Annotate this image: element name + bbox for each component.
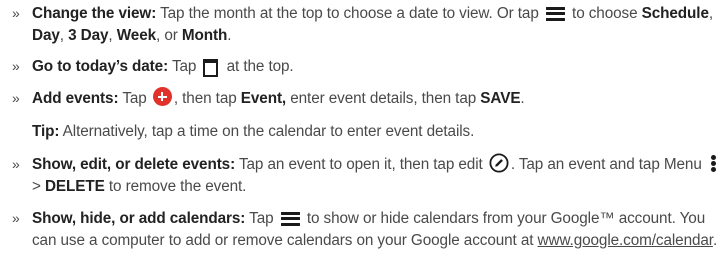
bullet: » bbox=[12, 210, 20, 226]
edit-icon bbox=[489, 153, 509, 173]
view-option-month: Month bbox=[181, 26, 228, 44]
bullet: » bbox=[12, 5, 20, 21]
add-events-text-2: , then tap bbox=[173, 90, 241, 107]
calendars-text-1: Tap bbox=[245, 210, 278, 227]
add-event-icon bbox=[152, 87, 172, 107]
change-view-text-1: Tap the month at the top to choose a dat… bbox=[156, 5, 543, 22]
period: . bbox=[227, 26, 232, 44]
view-option-schedule: Schedule bbox=[641, 5, 709, 22]
separator: , bbox=[59, 26, 69, 44]
today-date-item: » Go to today’s date: Tap at the top. bbox=[12, 56, 724, 78]
edit-events-text-4: to remove the event. bbox=[104, 177, 247, 195]
period: . bbox=[712, 231, 718, 249]
period: . bbox=[520, 90, 525, 107]
menu-icon bbox=[280, 211, 300, 226]
bullet: » bbox=[12, 156, 20, 172]
separator: , bbox=[708, 5, 714, 22]
separator: , bbox=[108, 26, 117, 44]
change-view-text-2: to choose bbox=[567, 5, 642, 22]
menu-icon bbox=[545, 6, 565, 21]
change-view-item: » Change the view: Tap the month at the … bbox=[12, 3, 724, 46]
add-events-item: » Add events: Tap , then tap Event, ente… bbox=[12, 87, 724, 110]
view-option-day: Day bbox=[32, 26, 60, 44]
today-date-text-1: Tap bbox=[168, 58, 201, 75]
today-date-text-2: at the top. bbox=[222, 58, 294, 75]
separator: , or bbox=[156, 26, 182, 44]
edit-events-item: » Show, edit, or delete events: Tap an e… bbox=[12, 153, 724, 197]
bullet: » bbox=[12, 58, 20, 74]
view-option-week: Week bbox=[116, 26, 157, 44]
save-label: SAVE bbox=[480, 90, 521, 107]
calendar-icon bbox=[203, 58, 219, 77]
google-calendar-link[interactable]: www.google.com/calendar bbox=[538, 232, 714, 249]
tip-text: Alternatively, tap a time on the calenda… bbox=[59, 123, 475, 140]
add-events-text-3: enter event details, then tap bbox=[286, 90, 481, 107]
more-vertical-icon bbox=[710, 155, 717, 173]
add-events-text-1: Tap bbox=[118, 90, 151, 107]
edit-events-text-3: > bbox=[32, 177, 45, 195]
today-date-title: Go to today’s date: bbox=[32, 58, 169, 75]
tip-label: Tip: bbox=[32, 123, 60, 140]
view-option-3-day: 3 Day bbox=[68, 26, 109, 44]
delete-label: DELETE bbox=[44, 177, 105, 195]
calendars-title: Show, hide, or add calendars: bbox=[32, 210, 246, 227]
edit-events-title: Show, edit, or delete events: bbox=[32, 156, 236, 173]
bullet: » bbox=[12, 90, 20, 106]
calendar-help-document: » Change the view: Tap the month at the … bbox=[0, 0, 728, 279]
add-events-title: Add events: bbox=[32, 90, 119, 107]
event-label: Event, bbox=[240, 90, 287, 107]
edit-events-text-1: Tap an event to open it, then tap edit bbox=[235, 156, 487, 173]
tip-paragraph: Tip: Alternatively, tap a time on the ca… bbox=[32, 121, 722, 143]
edit-events-text-2: . Tap an event and tap Menu bbox=[510, 156, 706, 173]
change-view-title: Change the view: bbox=[32, 5, 157, 22]
calendars-item: » Show, hide, or add calendars: Tap to s… bbox=[12, 208, 724, 251]
